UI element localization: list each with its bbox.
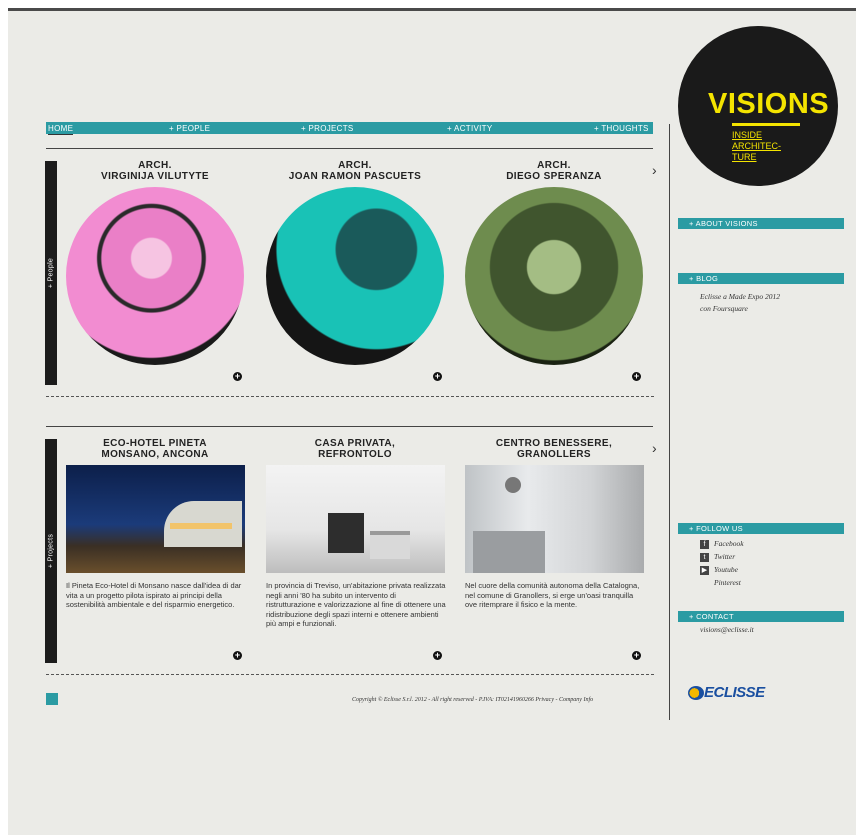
project-title[interactable]: Eco-Hotel Pineta bbox=[65, 438, 245, 449]
person-title-1: Arch. bbox=[138, 160, 172, 171]
project-card: Eco-Hotel Pineta Monsano, Ancona bbox=[65, 438, 245, 460]
people-side-bar[interactable]: + People bbox=[45, 161, 57, 385]
person-card: Arch. Diego Speranza bbox=[464, 160, 644, 182]
person-name[interactable]: Diego Speranza bbox=[464, 171, 644, 182]
divider bbox=[46, 426, 653, 427]
project-location[interactable]: Refrontolo bbox=[265, 449, 445, 460]
person-name[interactable]: Virginija Vilutyte bbox=[65, 171, 245, 182]
twitter-icon[interactable]: t bbox=[700, 553, 709, 562]
main-nav: Home + People + Projects + Activity + Th… bbox=[46, 122, 653, 135]
nav-thoughts[interactable]: + Thoughts bbox=[594, 122, 649, 134]
logo-underline bbox=[732, 123, 800, 126]
project-description: In provincia di Treviso, un'abitazione p… bbox=[266, 581, 446, 629]
project-card: Casa privata, Refrontolo bbox=[265, 438, 445, 460]
contact-bar[interactable]: + Contact bbox=[678, 611, 844, 622]
facebook-link[interactable]: Facebook bbox=[714, 538, 744, 550]
project-description: Nel cuore della comunità autonoma della … bbox=[465, 581, 640, 610]
eclisse-mark-icon bbox=[688, 686, 704, 700]
twitter-link[interactable]: Twitter bbox=[714, 551, 735, 563]
divider bbox=[46, 148, 653, 149]
project-photo[interactable] bbox=[266, 465, 445, 573]
pinterest-link[interactable]: Pinterest bbox=[714, 577, 741, 589]
chevron-right-icon[interactable]: › bbox=[652, 162, 657, 178]
nav-projects[interactable]: + Projects bbox=[301, 122, 354, 134]
youtube-link[interactable]: Youtube bbox=[714, 564, 738, 576]
person-card: Arch. Virginija Vilutyte bbox=[65, 160, 245, 182]
sidebar-divider bbox=[669, 124, 670, 720]
facebook-icon[interactable]: f bbox=[700, 540, 709, 549]
visions-logo[interactable]: Visions Inside Architec- ture bbox=[678, 26, 838, 186]
plus-circle-icon[interactable]: + bbox=[632, 372, 641, 381]
project-photo[interactable] bbox=[66, 465, 245, 573]
projects-side-bar[interactable]: + Projects bbox=[45, 439, 57, 663]
project-photo[interactable] bbox=[465, 465, 644, 573]
project-location[interactable]: Monsano, Ancona bbox=[65, 449, 245, 460]
logo-word: Visions bbox=[708, 88, 830, 120]
project-title[interactable]: Casa privata, bbox=[265, 438, 445, 449]
person-photo[interactable] bbox=[66, 187, 244, 365]
plus-circle-icon[interactable]: + bbox=[433, 372, 442, 381]
person-photo[interactable] bbox=[465, 187, 643, 365]
plus-circle-icon[interactable]: + bbox=[233, 651, 242, 660]
divider-dashed bbox=[46, 674, 654, 675]
person-title-2: Arch. bbox=[338, 160, 372, 171]
nav-home[interactable]: Home bbox=[48, 122, 74, 135]
contact-email[interactable]: visions@eclisse.it bbox=[700, 624, 754, 636]
accent-square bbox=[46, 693, 58, 705]
plus-circle-icon[interactable]: + bbox=[632, 651, 641, 660]
person-card: Arch. Joan Ramon Pascuets bbox=[265, 160, 445, 182]
copyright: Copyright © Eclisse S.r.l. 2012 - All ri… bbox=[352, 697, 594, 703]
project-title[interactable]: Centro benessere, bbox=[464, 438, 644, 449]
chevron-right-icon[interactable]: › bbox=[652, 440, 657, 456]
project-card: Centro benessere, Granollers bbox=[464, 438, 644, 460]
person-title-3: Arch. bbox=[537, 160, 571, 171]
person-photo[interactable] bbox=[266, 187, 444, 365]
blog-post-link[interactable]: Eclisse a Made Expo 2012 con Foursquare bbox=[700, 291, 790, 315]
blog-bar[interactable]: + Blog bbox=[678, 273, 844, 284]
plus-circle-icon[interactable]: + bbox=[233, 372, 242, 381]
project-description: Il Pineta Eco-Hotel di Monsano nasce dal… bbox=[66, 581, 242, 610]
youtube-icon[interactable]: ▶ bbox=[700, 566, 709, 575]
nav-activity[interactable]: + Activity bbox=[447, 122, 492, 134]
project-location[interactable]: Granollers bbox=[464, 449, 644, 460]
divider-dashed bbox=[46, 396, 654, 397]
eclisse-wordmark: ECLISSE bbox=[704, 684, 765, 701]
follow-us-bar[interactable]: + Follow us bbox=[678, 523, 844, 534]
logo-tagline: Inside Architec- ture bbox=[732, 130, 781, 162]
about-visions-bar[interactable]: + About Visions bbox=[678, 218, 844, 229]
person-name[interactable]: Joan Ramon Pascuets bbox=[265, 171, 445, 182]
plus-circle-icon[interactable]: + bbox=[433, 651, 442, 660]
top-border bbox=[8, 8, 856, 11]
nav-people[interactable]: + People bbox=[169, 122, 210, 134]
